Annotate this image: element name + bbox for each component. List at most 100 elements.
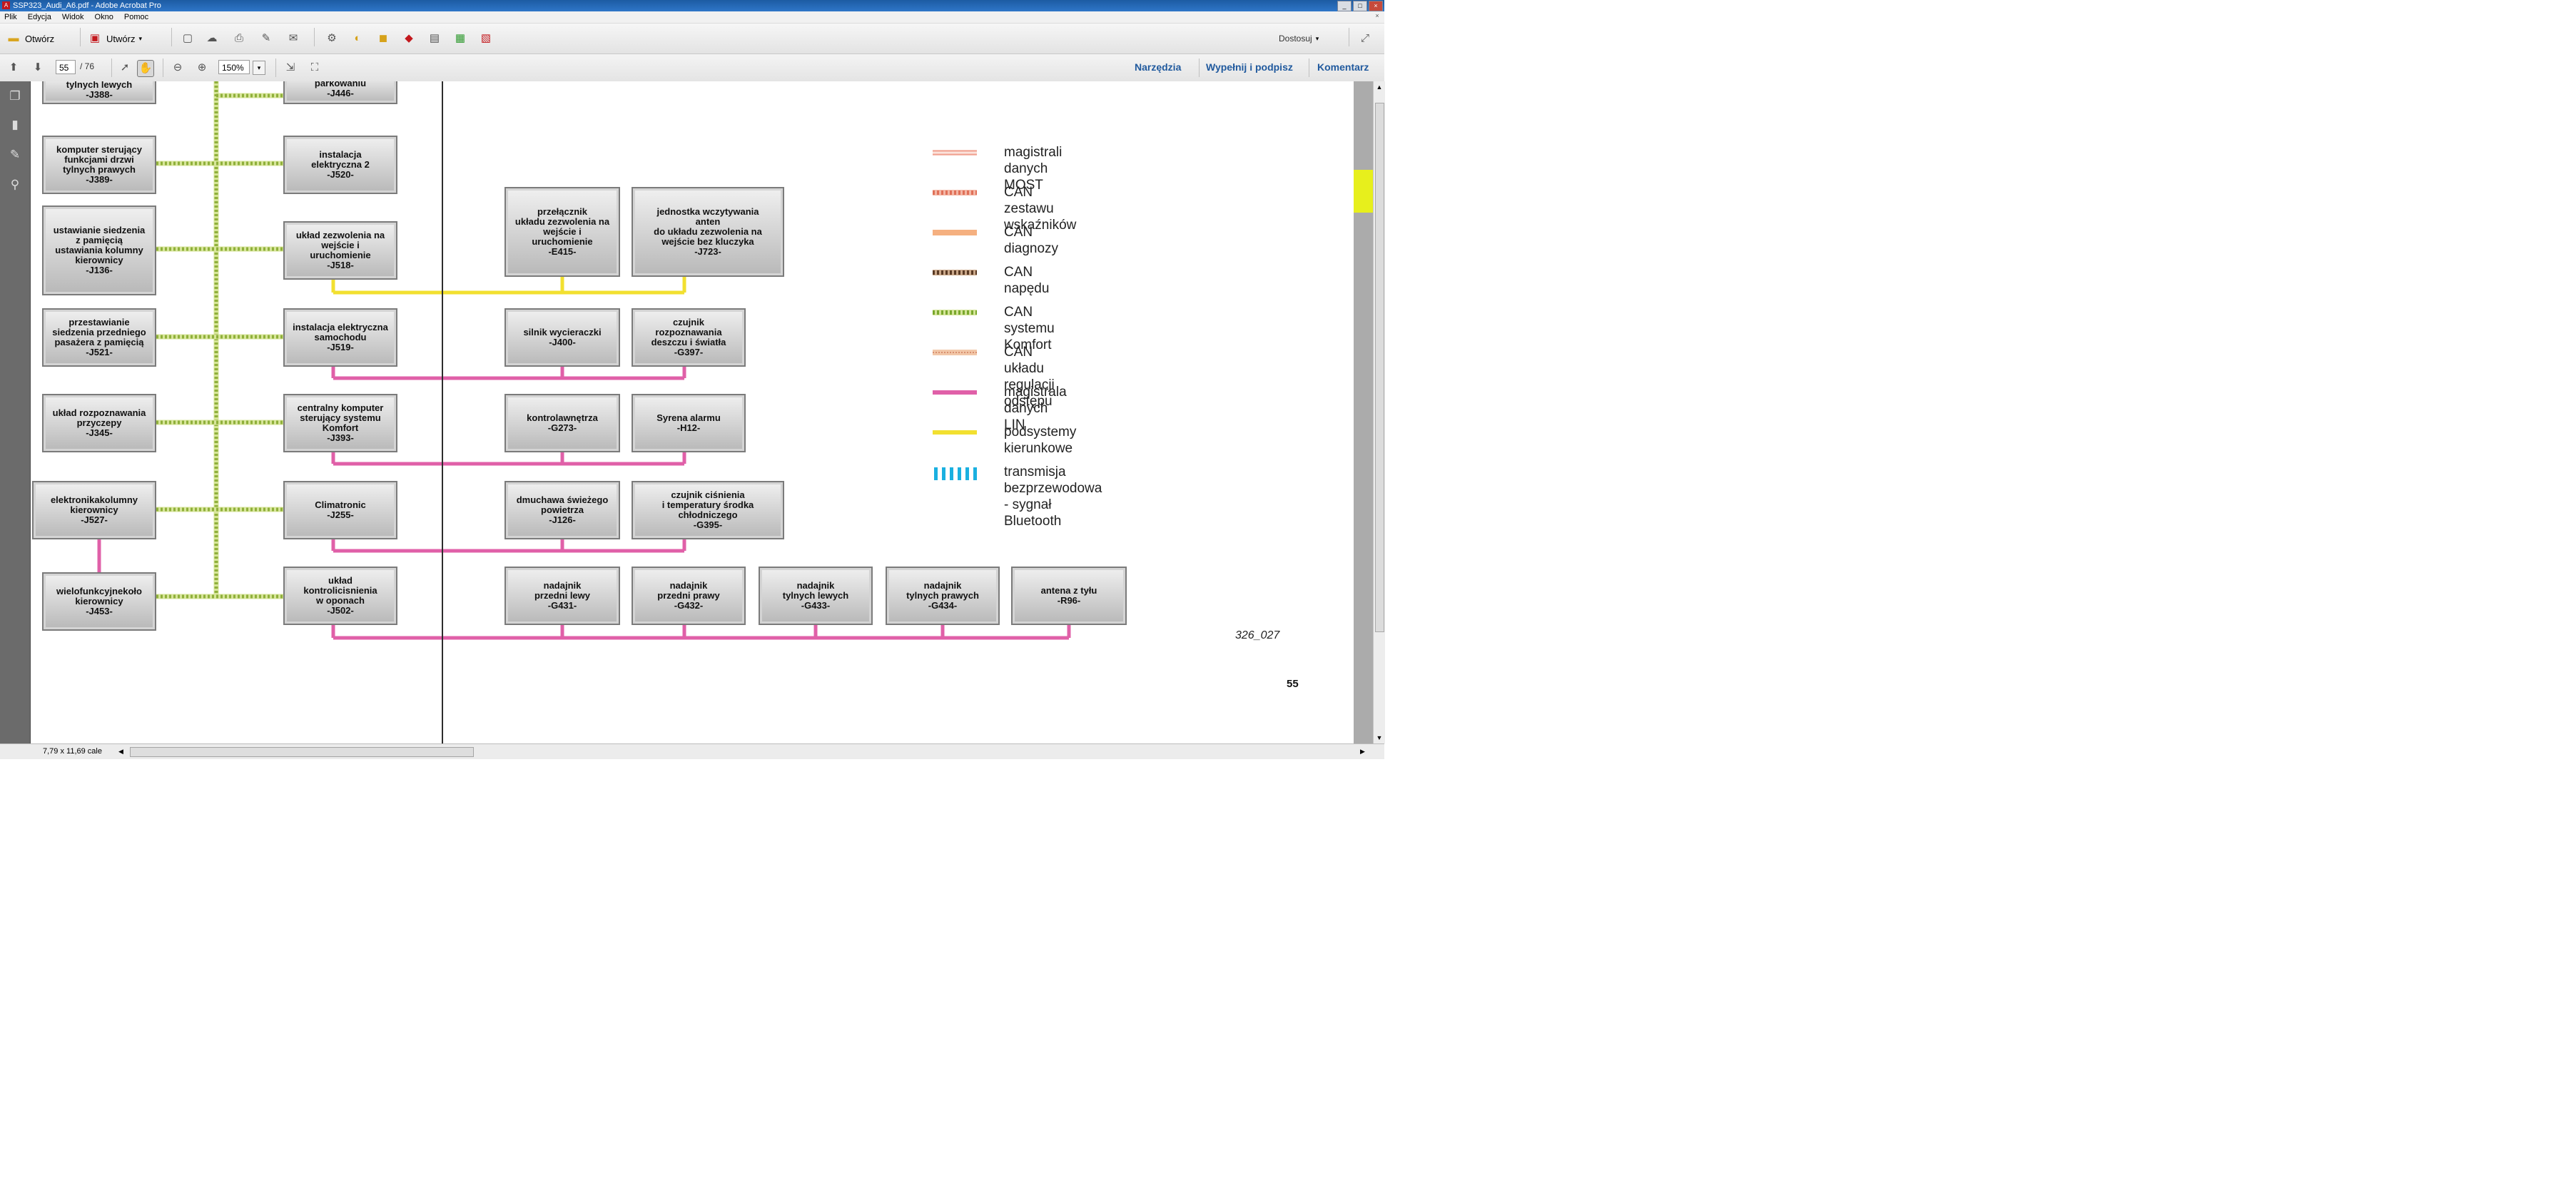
legend-swatch-can-acc — [933, 350, 977, 355]
legend-label: CAN diagnozy — [1004, 225, 1059, 256]
redact-icon[interactable]: ◆ — [401, 31, 417, 46]
legend-label: transmisja bezprzewodowa - sygnał Blueto… — [1004, 464, 1102, 529]
module-h12: Syrena alarmu -H12- — [632, 394, 746, 452]
legend-swatch-can-drive — [933, 270, 977, 275]
zoom-input[interactable]: 150% — [218, 60, 250, 74]
module-j388: tylnych lewych -J388- — [42, 81, 156, 104]
stamp-icon[interactable]: ◼ — [375, 31, 391, 46]
scroll-right-icon[interactable]: ▶ — [1360, 744, 1365, 759]
module-j393: centralny komputer sterujący systemu Kom… — [283, 394, 397, 452]
create-label: Utwórz — [106, 33, 136, 44]
acrobat-window: A SSP323_Audi_A6.pdf - Adobe Acrobat Pro… — [0, 0, 1385, 759]
email-icon[interactable]: ✉ — [285, 31, 301, 46]
module-j520: instalacja elektryczna 2 -J520- — [283, 136, 397, 194]
comment-panel-link[interactable]: Komentarz — [1317, 61, 1369, 73]
legend-swatch-lin — [933, 390, 977, 395]
open-button[interactable]: ▬ Otwórz — [6, 29, 55, 48]
combine-icon[interactable]: ▦ — [452, 31, 468, 46]
module-g431: nadajnik przedni lewy -G431- — [504, 567, 620, 625]
expand-icon[interactable]: ⤢ — [1357, 31, 1373, 46]
module-j136: ustawianie siedzenia z pamięcią ustawian… — [42, 205, 156, 295]
fit-label: Dostosuj — [1279, 34, 1312, 44]
module-j518: układ zezwolenia na wejście i uruchomien… — [283, 221, 397, 280]
main-toolbar: ▬ Otwórz ▣ Utwórz ▾ ▢ ☁ ⎙ ✎ ✉ ⚙ ◐ ◼ ◆ ▤ … — [0, 24, 1384, 54]
bookmarks-icon[interactable]: ▮ — [7, 117, 23, 133]
scroll-up-icon[interactable]: ▲ — [1374, 81, 1385, 93]
fit-dropdown[interactable]: Dostosuj ▾ — [1279, 29, 1319, 48]
create-button[interactable]: ▣ Utwórz ▾ — [87, 29, 142, 48]
attachments-icon[interactable]: ⚲ — [7, 177, 23, 193]
settings-icon[interactable]: ⚙ — [324, 31, 340, 46]
folder-icon: ▬ — [8, 32, 19, 44]
minimize-button[interactable]: _ — [1337, 1, 1352, 11]
toolbar-separator — [275, 59, 276, 77]
page-number: 55 — [1287, 678, 1299, 690]
maximize-button[interactable]: □ — [1353, 1, 1367, 11]
legend-swatch-most — [933, 150, 977, 156]
module-j453: wielofunkcyjnekoło kierownicy -J453- — [42, 572, 156, 631]
legend-swatch-can-cluster — [933, 190, 977, 196]
module-j126: dmuchawa świeżego powietrza -J126- — [504, 481, 620, 539]
module-j527: elektronikakolumny kierownicy -J527- — [32, 481, 156, 539]
window-title: SSP323_Audi_A6.pdf - Adobe Acrobat Pro — [13, 1, 161, 10]
chevron-down-icon: ▾ — [1315, 34, 1319, 42]
module-j345: układ rozpoznawania przyczepy -J345- — [42, 394, 156, 452]
fit-width-icon[interactable]: ⇲ — [283, 60, 298, 76]
module-j502: układ kontrolicisnienia w oponach -J502- — [283, 567, 397, 625]
toolbar-separator — [171, 28, 172, 46]
module-j723: jednostka wczytywania anten do układu ze… — [632, 187, 784, 277]
module-j400: silnik wycieraczki -J400- — [504, 308, 620, 367]
toolbar-separator — [314, 28, 315, 46]
menu-file[interactable]: Plik — [0, 11, 21, 23]
menu-view[interactable]: Widok — [58, 11, 88, 23]
page-number-input[interactable]: 55 — [56, 60, 76, 74]
print-icon[interactable]: ⎙ — [231, 31, 247, 46]
menu-help[interactable]: Pomoc — [120, 11, 153, 23]
create-pdf-icon: ▣ — [89, 32, 101, 44]
status-bar: 7,79 x 11,69 cale ◀ ▶ — [0, 743, 1384, 759]
horizontal-scroll-thumb[interactable] — [130, 747, 474, 757]
chevron-down-icon[interactable]: ▾ — [253, 61, 265, 75]
module-e415: przełącznik układu zezwolenia na wejście… — [504, 187, 620, 277]
tools-panel-link[interactable]: Narzędzia — [1135, 61, 1181, 73]
cloud-icon[interactable]: ☁ — [204, 31, 220, 46]
open-label: Otwórz — [25, 33, 55, 44]
figure-reference: 326_027 — [1235, 629, 1280, 641]
fit-page-icon[interactable]: ⛶ — [307, 60, 323, 76]
toolbar-separator — [111, 59, 112, 77]
zoom-in-icon[interactable]: ⊕ — [194, 60, 210, 76]
scroll-down-icon[interactable]: ▼ — [1374, 732, 1385, 743]
page-size-label: 7,79 x 11,69 cale — [43, 747, 102, 756]
vertical-scrollbar[interactable]: ▲ ▼ — [1373, 81, 1385, 743]
legend-swatch-can-komfort — [933, 310, 977, 315]
navigation-pane: ❐ ▮ ✎ ⚲ — [0, 81, 31, 743]
save-icon[interactable]: ▢ — [180, 31, 196, 46]
toolbar-separator — [80, 28, 81, 46]
hand-tool-icon[interactable]: ✋ — [137, 60, 154, 77]
module-j255: Climatronic -J255- — [283, 481, 397, 539]
legend-label: podsystemy kierunkowe — [1004, 425, 1077, 456]
export-icon[interactable]: ▧ — [478, 31, 494, 46]
fill-sign-panel-link[interactable]: Wypełnij i podpisz — [1206, 61, 1293, 73]
edit-icon[interactable]: ✎ — [258, 31, 274, 46]
comment-icon[interactable]: ◐ — [350, 31, 365, 46]
legend-swatch-directional — [933, 430, 977, 435]
scroll-left-icon[interactable]: ◀ — [118, 744, 123, 759]
document-view[interactable]: tylnych lewych -J388- parkowaniu -J446- … — [31, 81, 1373, 743]
doc-close-icon[interactable]: × — [1373, 11, 1381, 20]
previous-page-icon[interactable]: ⬆ — [6, 60, 21, 76]
page-border — [442, 81, 443, 743]
zoom-out-icon[interactable]: ⊖ — [170, 60, 186, 76]
pages-icon[interactable]: ❐ — [7, 88, 23, 104]
acrobat-icon: A — [2, 1, 10, 9]
menu-edit[interactable]: Edycja — [24, 11, 56, 23]
compare-icon[interactable]: ▤ — [427, 31, 442, 46]
signature-icon[interactable]: ✎ — [7, 147, 23, 163]
select-cursor-icon[interactable]: ➚ — [117, 60, 133, 76]
next-page-icon[interactable]: ⬇ — [30, 60, 46, 76]
menu-window[interactable]: Okno — [91, 11, 118, 23]
module-g432: nadajnik przedni prawy -G432- — [632, 567, 746, 625]
module-j389: komputer sterujący funkcjami drzwi tylny… — [42, 136, 156, 194]
close-button[interactable]: × — [1369, 1, 1383, 11]
scroll-thumb[interactable] — [1375, 103, 1384, 632]
